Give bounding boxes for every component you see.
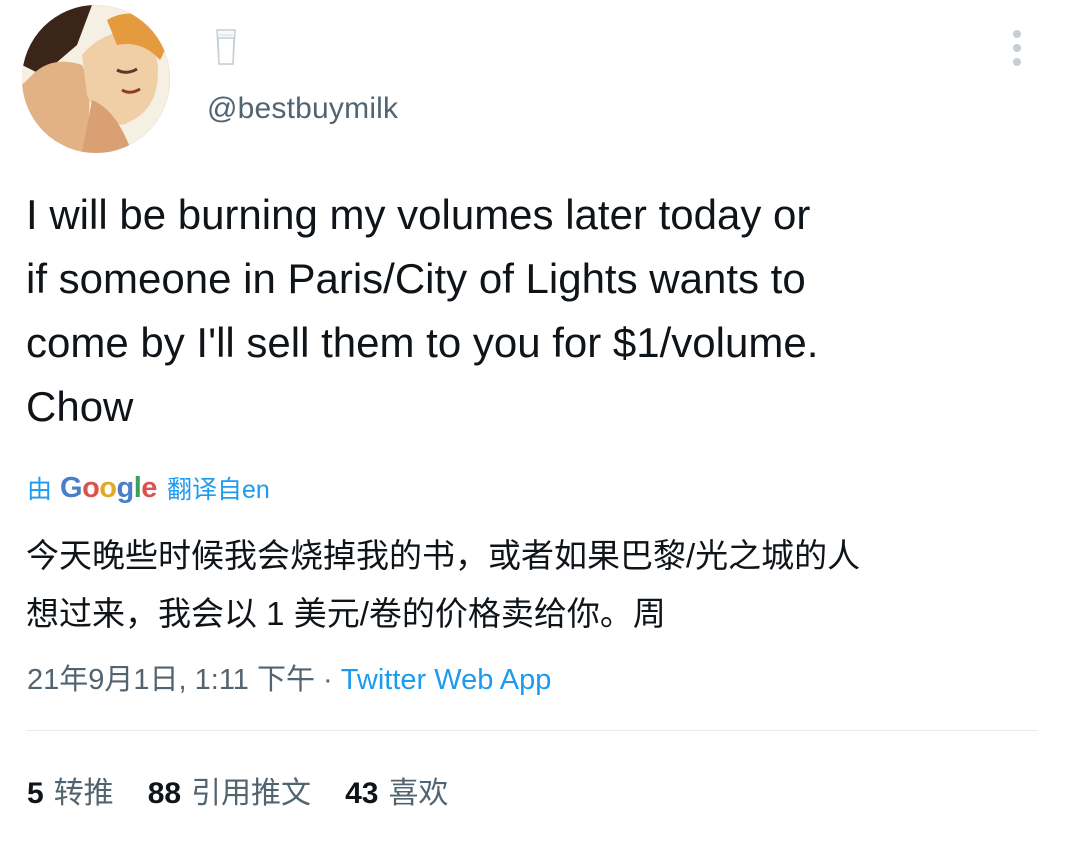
translated-from-label: 翻译自en [166,476,270,504]
timestamp[interactable]: 21年9月1日, 1:11 下午 [27,664,315,696]
tweet-text-line: Chow [26,383,134,430]
likes-stat[interactable]: 43 喜欢 [345,768,448,812]
avatar[interactable] [22,5,170,153]
retweets-label: 转推 [53,777,114,810]
avatar-illustration [22,5,170,153]
tweet-text-line: come by I'll sell them to you for $1/vol… [26,319,819,366]
tweet-source-link[interactable]: Twitter Web App [341,664,552,696]
translated-text-line: 今天晚些时候我会烧掉我的书，或者如果巴黎/光之城的人 [26,537,861,574]
divider [26,730,1038,731]
quote-tweets-label: 引用推文 [191,777,312,810]
translated-by-prefix: 由 [27,476,53,504]
translated-text: 今天晚些时候我会烧掉我的书，或者如果巴黎/光之城的人 想过来，我会以 1 美元/… [26,527,1046,643]
translated-text-line: 想过来，我会以 1 美元/卷的价格卖给你。周 [26,595,666,632]
tweet-stats: 5 转推 88 引用推文 43 喜欢 [27,768,482,812]
tweet-text-line: I will be burning my volumes later today… [26,191,811,238]
translated-by-google-link[interactable]: 由 Google 翻译自en [27,470,270,506]
more-options-icon[interactable] [1004,28,1030,68]
user-handle[interactable]: @bestbuymilk [207,92,398,126]
tweet-text-line: if someone in Paris/City of Lights wants… [26,255,806,302]
tweet-text: I will be burning my volumes later today… [26,183,1026,439]
quote-tweets-stat[interactable]: 88 引用推文 [148,768,311,812]
retweets-stat[interactable]: 5 转推 [27,768,114,812]
tweet-meta: 21年9月1日, 1:11 下午 · Twitter Web App [27,656,551,698]
retweets-count: 5 [27,777,44,810]
likes-count: 43 [345,777,379,810]
google-logo: Google [60,471,157,504]
milk-glass-icon [216,29,236,65]
quote-tweets-count: 88 [147,777,182,810]
likes-label: 喜欢 [388,777,449,810]
meta-separator: · [323,664,333,696]
